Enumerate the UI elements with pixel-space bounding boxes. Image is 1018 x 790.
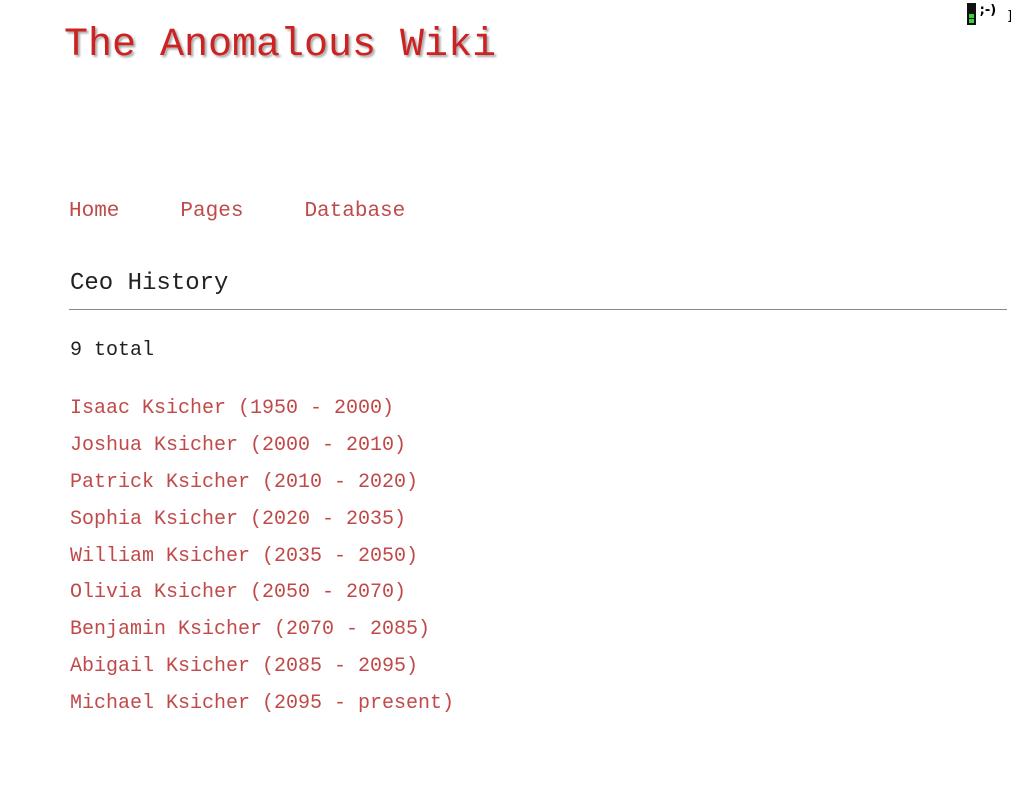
ceo-link[interactable]: Olivia Ksicher (2050 - 2070) — [70, 581, 406, 604]
list-item: Michael Ksicher (2095 - present) — [70, 692, 454, 729]
bracket-glyph: ] — [1006, 9, 1014, 24]
emote-text: ;-) — [979, 3, 997, 18]
ceo-link[interactable]: Abigail Ksicher (2085 - 2095) — [70, 655, 418, 678]
list-item: William Ksicher (2035 - 2050) — [70, 545, 454, 582]
list-item: Sophia Ksicher (2020 - 2035) — [70, 508, 454, 545]
ceo-link[interactable]: Sophia Ksicher (2020 - 2035) — [70, 508, 406, 531]
title-divider — [69, 309, 1007, 310]
ceo-link[interactable]: Benjamin Ksicher (2070 - 2085) — [70, 618, 430, 641]
ceo-list: Isaac Ksicher (1950 - 2000) Joshua Ksich… — [70, 397, 454, 729]
page-title: Ceo History — [70, 270, 229, 297]
list-item: Abigail Ksicher (2085 - 2095) — [70, 655, 454, 692]
ceo-link[interactable]: Isaac Ksicher (1950 - 2000) — [70, 397, 394, 420]
main-nav: Home Pages Database — [69, 200, 405, 224]
ceo-link[interactable]: William Ksicher (2035 - 2050) — [70, 545, 418, 568]
status-indicator: ;-) ] — [966, 3, 1014, 25]
ceo-link[interactable]: Joshua Ksicher (2000 - 2010) — [70, 434, 406, 457]
list-item: Patrick Ksicher (2010 - 2020) — [70, 471, 454, 508]
list-item: Benjamin Ksicher (2070 - 2085) — [70, 618, 454, 655]
total-count: 9 total — [70, 339, 155, 362]
ceo-link[interactable]: Patrick Ksicher (2010 - 2020) — [70, 471, 418, 494]
list-item: Isaac Ksicher (1950 - 2000) — [70, 397, 454, 434]
nav-pages-link[interactable]: Pages — [180, 200, 243, 224]
list-item: Olivia Ksicher (2050 - 2070) — [70, 581, 454, 618]
nav-home-link[interactable]: Home — [69, 200, 119, 224]
list-item: Joshua Ksicher (2000 - 2010) — [70, 434, 454, 471]
ceo-link[interactable]: Michael Ksicher (2095 - present) — [70, 692, 454, 715]
battery-icon — [966, 3, 976, 25]
nav-database-link[interactable]: Database — [304, 200, 405, 224]
page: The Anomalous Wiki ;-) ] Home Pages Data… — [0, 0, 1018, 790]
site-title[interactable]: The Anomalous Wiki — [64, 24, 496, 68]
